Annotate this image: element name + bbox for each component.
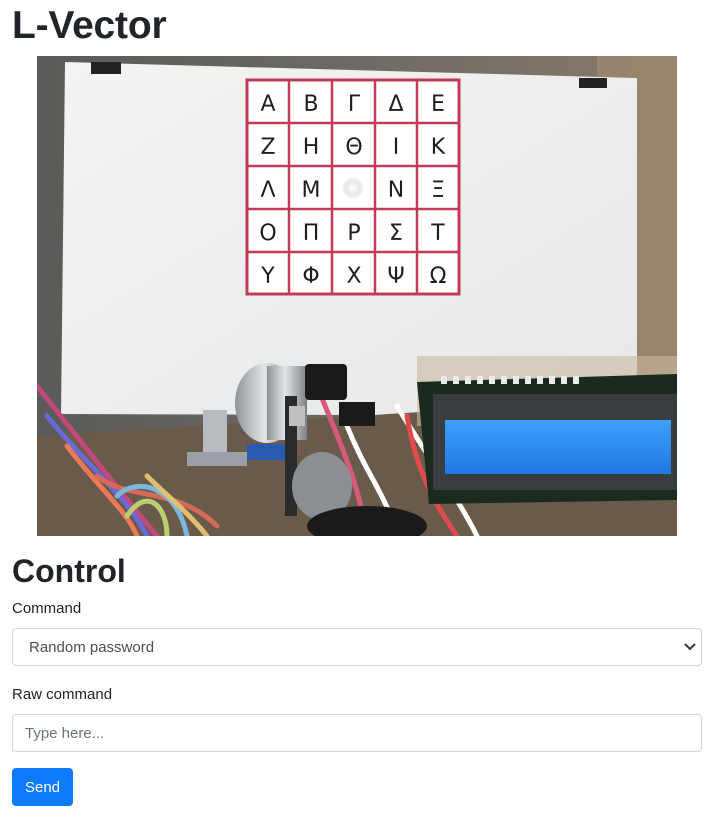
grid-letter: Ω	[430, 264, 447, 289]
grid-letter: Τ	[430, 221, 445, 246]
command-select[interactable]: Random password	[12, 628, 702, 666]
raw-command-input[interactable]	[13, 715, 701, 751]
grid-letter: Ι	[393, 135, 400, 160]
letter-grid: Α Β Γ Δ Ε Ζ Η Θ Ι Κ Λ Μ Ν Ξ Ο Π Ρ Σ Τ Υ …	[245, 78, 461, 296]
grid-letter: Υ	[260, 264, 275, 289]
grid-letter: Θ	[345, 135, 362, 160]
grid-letter: Χ	[346, 264, 361, 289]
grid-letter: Η	[303, 135, 320, 160]
command-select-value: Random password	[29, 639, 155, 656]
grid-letter: Ξ	[431, 178, 445, 203]
grid-letter: Δ	[388, 92, 403, 117]
camera-image: Α Β Γ Δ Ε Ζ Η Θ Ι Κ Λ Μ Ν Ξ Ο Π Ρ Σ Τ Υ …	[37, 56, 677, 536]
grid-letter: Κ	[431, 135, 446, 160]
grid-letter: Ο	[259, 221, 276, 246]
grid-letter: Σ	[389, 221, 403, 246]
grid-letter: Λ	[260, 178, 275, 203]
grid-letter: Β	[303, 92, 318, 117]
send-button[interactable]: Send	[12, 768, 73, 806]
app-title: L-Vector	[12, 4, 167, 47]
grid-letter: Α	[260, 92, 275, 117]
grid-letter: Ν	[388, 178, 404, 203]
command-label: Command	[12, 600, 82, 617]
grid-letter: Μ	[302, 178, 321, 203]
raw-command-field[interactable]	[12, 714, 702, 752]
grid-letter: Γ	[348, 92, 361, 117]
grid-letter: Ζ	[260, 135, 275, 160]
chevron-down-icon	[684, 643, 696, 651]
grid-letter: Ψ	[387, 264, 404, 289]
grid-letter: Ε	[431, 92, 445, 117]
page: L-Vector Α Β Γ Δ Ε Ζ Η Θ Ι Κ Λ Μ Ν Ξ Ο Π…	[0, 0, 712, 820]
raw-command-label: Raw command	[12, 686, 113, 703]
grid-letter: Π	[303, 221, 320, 246]
camera-feed: Α Β Γ Δ Ε Ζ Η Θ Ι Κ Λ Μ Ν Ξ Ο Π Ρ Σ Τ Υ …	[37, 56, 677, 536]
control-title: Control	[12, 553, 126, 589]
grid-letter: Ρ	[347, 221, 360, 246]
laser-dot	[342, 177, 364, 199]
grid-letter: Φ	[302, 264, 319, 289]
lcd-module	[417, 374, 677, 504]
